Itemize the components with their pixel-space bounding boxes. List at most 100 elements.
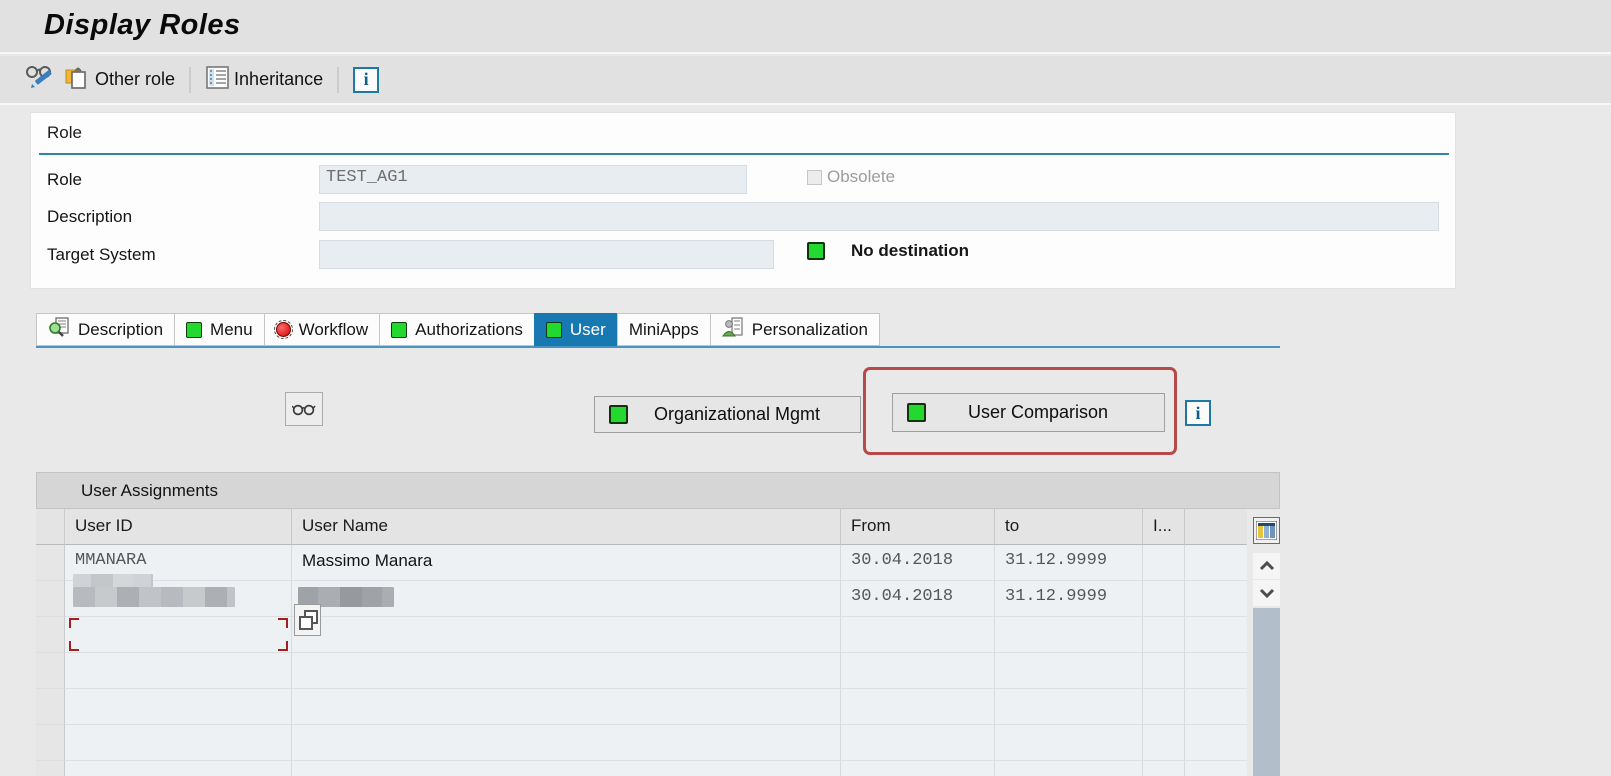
table-row-empty[interactable] (36, 761, 1247, 776)
sap-display-roles-window: Display Roles Other role Inheritance i R… (0, 0, 1611, 776)
application-toolbar: Other role Inheritance i (0, 56, 1611, 105)
selection-corner-mark (278, 641, 288, 651)
scrollbar-thumb[interactable] (1253, 608, 1280, 776)
tab-workflow[interactable]: Workflow (263, 313, 380, 346)
role-group-title: Role (47, 123, 82, 142)
col-user-id[interactable]: User ID (65, 509, 292, 545)
title-band: Display Roles (0, 0, 1611, 54)
chevron-down-icon (1259, 588, 1274, 598)
cell-user-name-redacted[interactable] (292, 581, 841, 617)
cell-user-name[interactable] (292, 604, 841, 653)
col-filler (1185, 509, 1247, 545)
inheritance-button[interactable]: Inheritance (205, 65, 323, 95)
green-square-icon (907, 403, 926, 422)
info-icon[interactable]: i (1185, 400, 1211, 426)
tab-personalization[interactable]: Personalization (709, 313, 880, 346)
cell-i[interactable] (1143, 581, 1185, 617)
tab-label: MiniApps (628, 319, 699, 339)
organizational-mgmt-button[interactable]: Organizational Mgmt (594, 396, 861, 433)
col-to[interactable]: to (995, 509, 1143, 545)
table-row-empty[interactable] (36, 725, 1247, 761)
green-square-icon (186, 321, 203, 338)
page-title: Display Roles (44, 9, 241, 41)
other-role-button[interactable]: Other role (64, 64, 175, 96)
table-row[interactable]: 30.04.2018 31.12.9999 (36, 574, 1247, 617)
redaction-block (73, 574, 153, 587)
scroll-up-button[interactable] (1253, 553, 1280, 579)
description-field[interactable] (319, 202, 1439, 231)
selection-corner-mark (69, 641, 79, 651)
copy-icon (294, 604, 321, 636)
organizational-mgmt-label: Organizational Mgmt (653, 404, 821, 424)
tab-underline (36, 346, 1280, 348)
no-destination-label: No destination (851, 241, 970, 260)
user-assignments-table: User Assignments User ID User Name From … (36, 472, 1280, 776)
column-grid-icon (1256, 521, 1277, 540)
document-magnifier-icon (48, 317, 70, 342)
role-field[interactable]: TEST_AG1 (319, 165, 747, 194)
obsolete-label: Obsolete (827, 167, 896, 186)
green-square-icon (609, 405, 628, 424)
table-scroll-column (1253, 517, 1280, 776)
row-selector[interactable] (36, 617, 65, 653)
table-row[interactable] (36, 604, 1247, 653)
scroll-down-button[interactable] (1253, 580, 1280, 606)
role-field-label: Role (47, 170, 82, 189)
tab-label: User (569, 319, 606, 339)
table-settings-button[interactable] (1253, 517, 1280, 544)
toolbar-separator (337, 66, 340, 93)
cell-from[interactable]: 30.04.2018 (841, 545, 995, 581)
tab-label: Personalization (751, 319, 868, 339)
table-row[interactable]: MMANARA Massimo Manara 30.04.2018 31.12.… (36, 545, 1247, 581)
obsolete-checkbox[interactable] (807, 169, 822, 185)
col-user-name[interactable]: User Name (292, 509, 841, 545)
redaction-block (73, 587, 235, 607)
tab-user[interactable]: User (533, 313, 617, 346)
obsolete-checkbox-row: Obsolete (807, 167, 895, 187)
cell-from[interactable]: 30.04.2018 (841, 581, 995, 617)
group-rule (39, 153, 1449, 155)
green-square-icon (545, 321, 562, 338)
description-field-label: Description (47, 207, 133, 226)
target-system-field[interactable] (319, 240, 774, 269)
cell-to[interactable]: 31.12.9999 (995, 581, 1143, 617)
col-from[interactable]: From (841, 509, 995, 545)
selection-column-header[interactable] (36, 509, 65, 545)
other-role-icon (64, 64, 91, 96)
selection-corner-mark (278, 618, 288, 628)
tab-strip: Description Menu Workflow Authorizations… (36, 313, 880, 346)
table-header-row: User ID User Name From to I... (36, 509, 1247, 545)
inheritance-icon (205, 65, 230, 95)
glasses-icon (292, 404, 316, 416)
row-selector[interactable] (36, 581, 65, 617)
cell-i[interactable] (1143, 545, 1185, 581)
tab-menu[interactable]: Menu (174, 313, 264, 346)
row-selector[interactable] (36, 545, 65, 581)
table-title: User Assignments (36, 472, 1280, 509)
table-row-empty[interactable] (36, 653, 1247, 689)
role-panel: Role Role TEST_AG1 Obsolete Description … (30, 112, 1456, 289)
user-comparison-button[interactable]: User Comparison (892, 393, 1165, 432)
cell-user-id-redacted[interactable] (65, 574, 292, 617)
cell-to[interactable]: 31.12.9999 (995, 545, 1143, 581)
tab-authorizations[interactable]: Authorizations (379, 313, 534, 346)
cell-selected-empty[interactable] (65, 617, 292, 653)
green-status-icon (807, 242, 825, 260)
table-row-empty[interactable] (36, 689, 1247, 725)
selection-corner-mark (69, 618, 79, 628)
info-icon[interactable]: i (353, 66, 380, 93)
tab-label: Authorizations (415, 319, 523, 339)
tab-label: Workflow (298, 319, 369, 339)
tab-miniapps[interactable]: MiniApps (616, 313, 710, 346)
display-users-button[interactable] (285, 392, 323, 426)
no-destination-row: No destination (807, 241, 969, 261)
col-i[interactable]: I... (1143, 509, 1185, 545)
tab-description[interactable]: Description (36, 313, 175, 346)
tab-label: Menu (210, 319, 253, 339)
chevron-up-icon (1259, 561, 1274, 571)
user-comparison-label: User Comparison (967, 402, 1109, 422)
target-system-field-label: Target System (47, 245, 156, 264)
tab-label: Description (78, 319, 164, 339)
cell-user-name[interactable]: Massimo Manara (292, 545, 841, 581)
display-change-icon[interactable] (24, 63, 56, 96)
